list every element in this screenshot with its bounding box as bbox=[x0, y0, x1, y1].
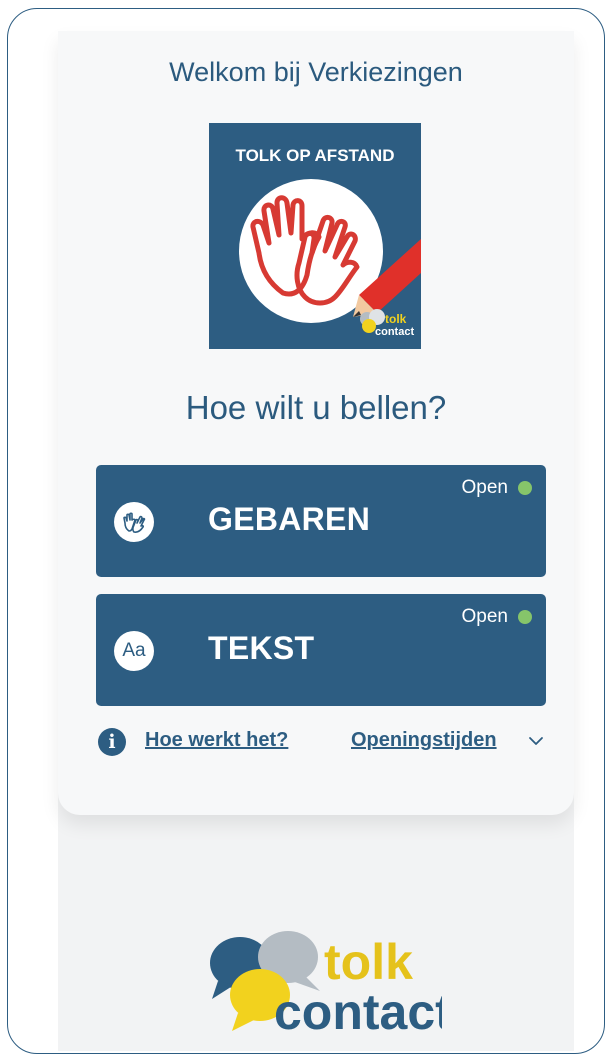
logo-brand-contact: contact bbox=[375, 326, 414, 338]
chevron-down-icon[interactable] bbox=[528, 734, 544, 751]
tekst-label: TEKST bbox=[208, 630, 315, 666]
app-screen: Welkom bij Verkiezingen TOLK OP AFSTAND bbox=[58, 31, 574, 1051]
logo-title: TOLK OP AFSTAND bbox=[236, 146, 395, 165]
opening-hours-link[interactable]: Openingstijden bbox=[351, 729, 497, 752]
hands-glyph bbox=[123, 512, 146, 533]
text-aa-glyph: Aa bbox=[122, 640, 146, 661]
gebaren-label: GEBAREN bbox=[208, 501, 371, 537]
gebaren-button[interactable]: GEBAREN Open bbox=[96, 465, 546, 577]
gebaren-status: Open bbox=[462, 477, 532, 499]
tekst-button[interactable]: Aa TEKST Open bbox=[96, 594, 546, 706]
tekst-status: Open bbox=[462, 606, 532, 628]
status-open-dot-icon bbox=[518, 481, 532, 495]
status-open-dot-icon bbox=[518, 610, 532, 624]
phone-frame: Welkom bij Verkiezingen TOLK OP AFSTAND bbox=[7, 8, 605, 1054]
text-aa-icon: Aa bbox=[114, 631, 154, 671]
logo-brand-tolk: tolk bbox=[385, 312, 407, 326]
tekst-status-text: Open bbox=[461, 606, 508, 627]
call-method-question: Hoe wilt u bellen? bbox=[185, 389, 447, 426]
tolk-op-afstand-logo: TOLK OP AFSTAND tolk contact bbox=[209, 123, 421, 349]
info-icon[interactable]: i bbox=[98, 728, 126, 756]
footer-brand-contact: contact bbox=[274, 984, 442, 1035]
how-it-works-link[interactable]: Hoe werkt het? bbox=[145, 729, 288, 752]
sign-language-hands-icon bbox=[114, 502, 154, 542]
help-links-row: i Hoe werkt het? Openingstijden bbox=[98, 728, 558, 758]
tolkcontact-footer-logo: tolk contact bbox=[210, 931, 442, 1035]
welcome-card: Welkom bij Verkiezingen TOLK OP AFSTAND bbox=[58, 31, 574, 815]
footer-brand-tolk: tolk bbox=[324, 934, 413, 990]
welcome-title: Welkom bij Verkiezingen bbox=[169, 57, 463, 87]
gebaren-status-text: Open bbox=[461, 477, 508, 498]
